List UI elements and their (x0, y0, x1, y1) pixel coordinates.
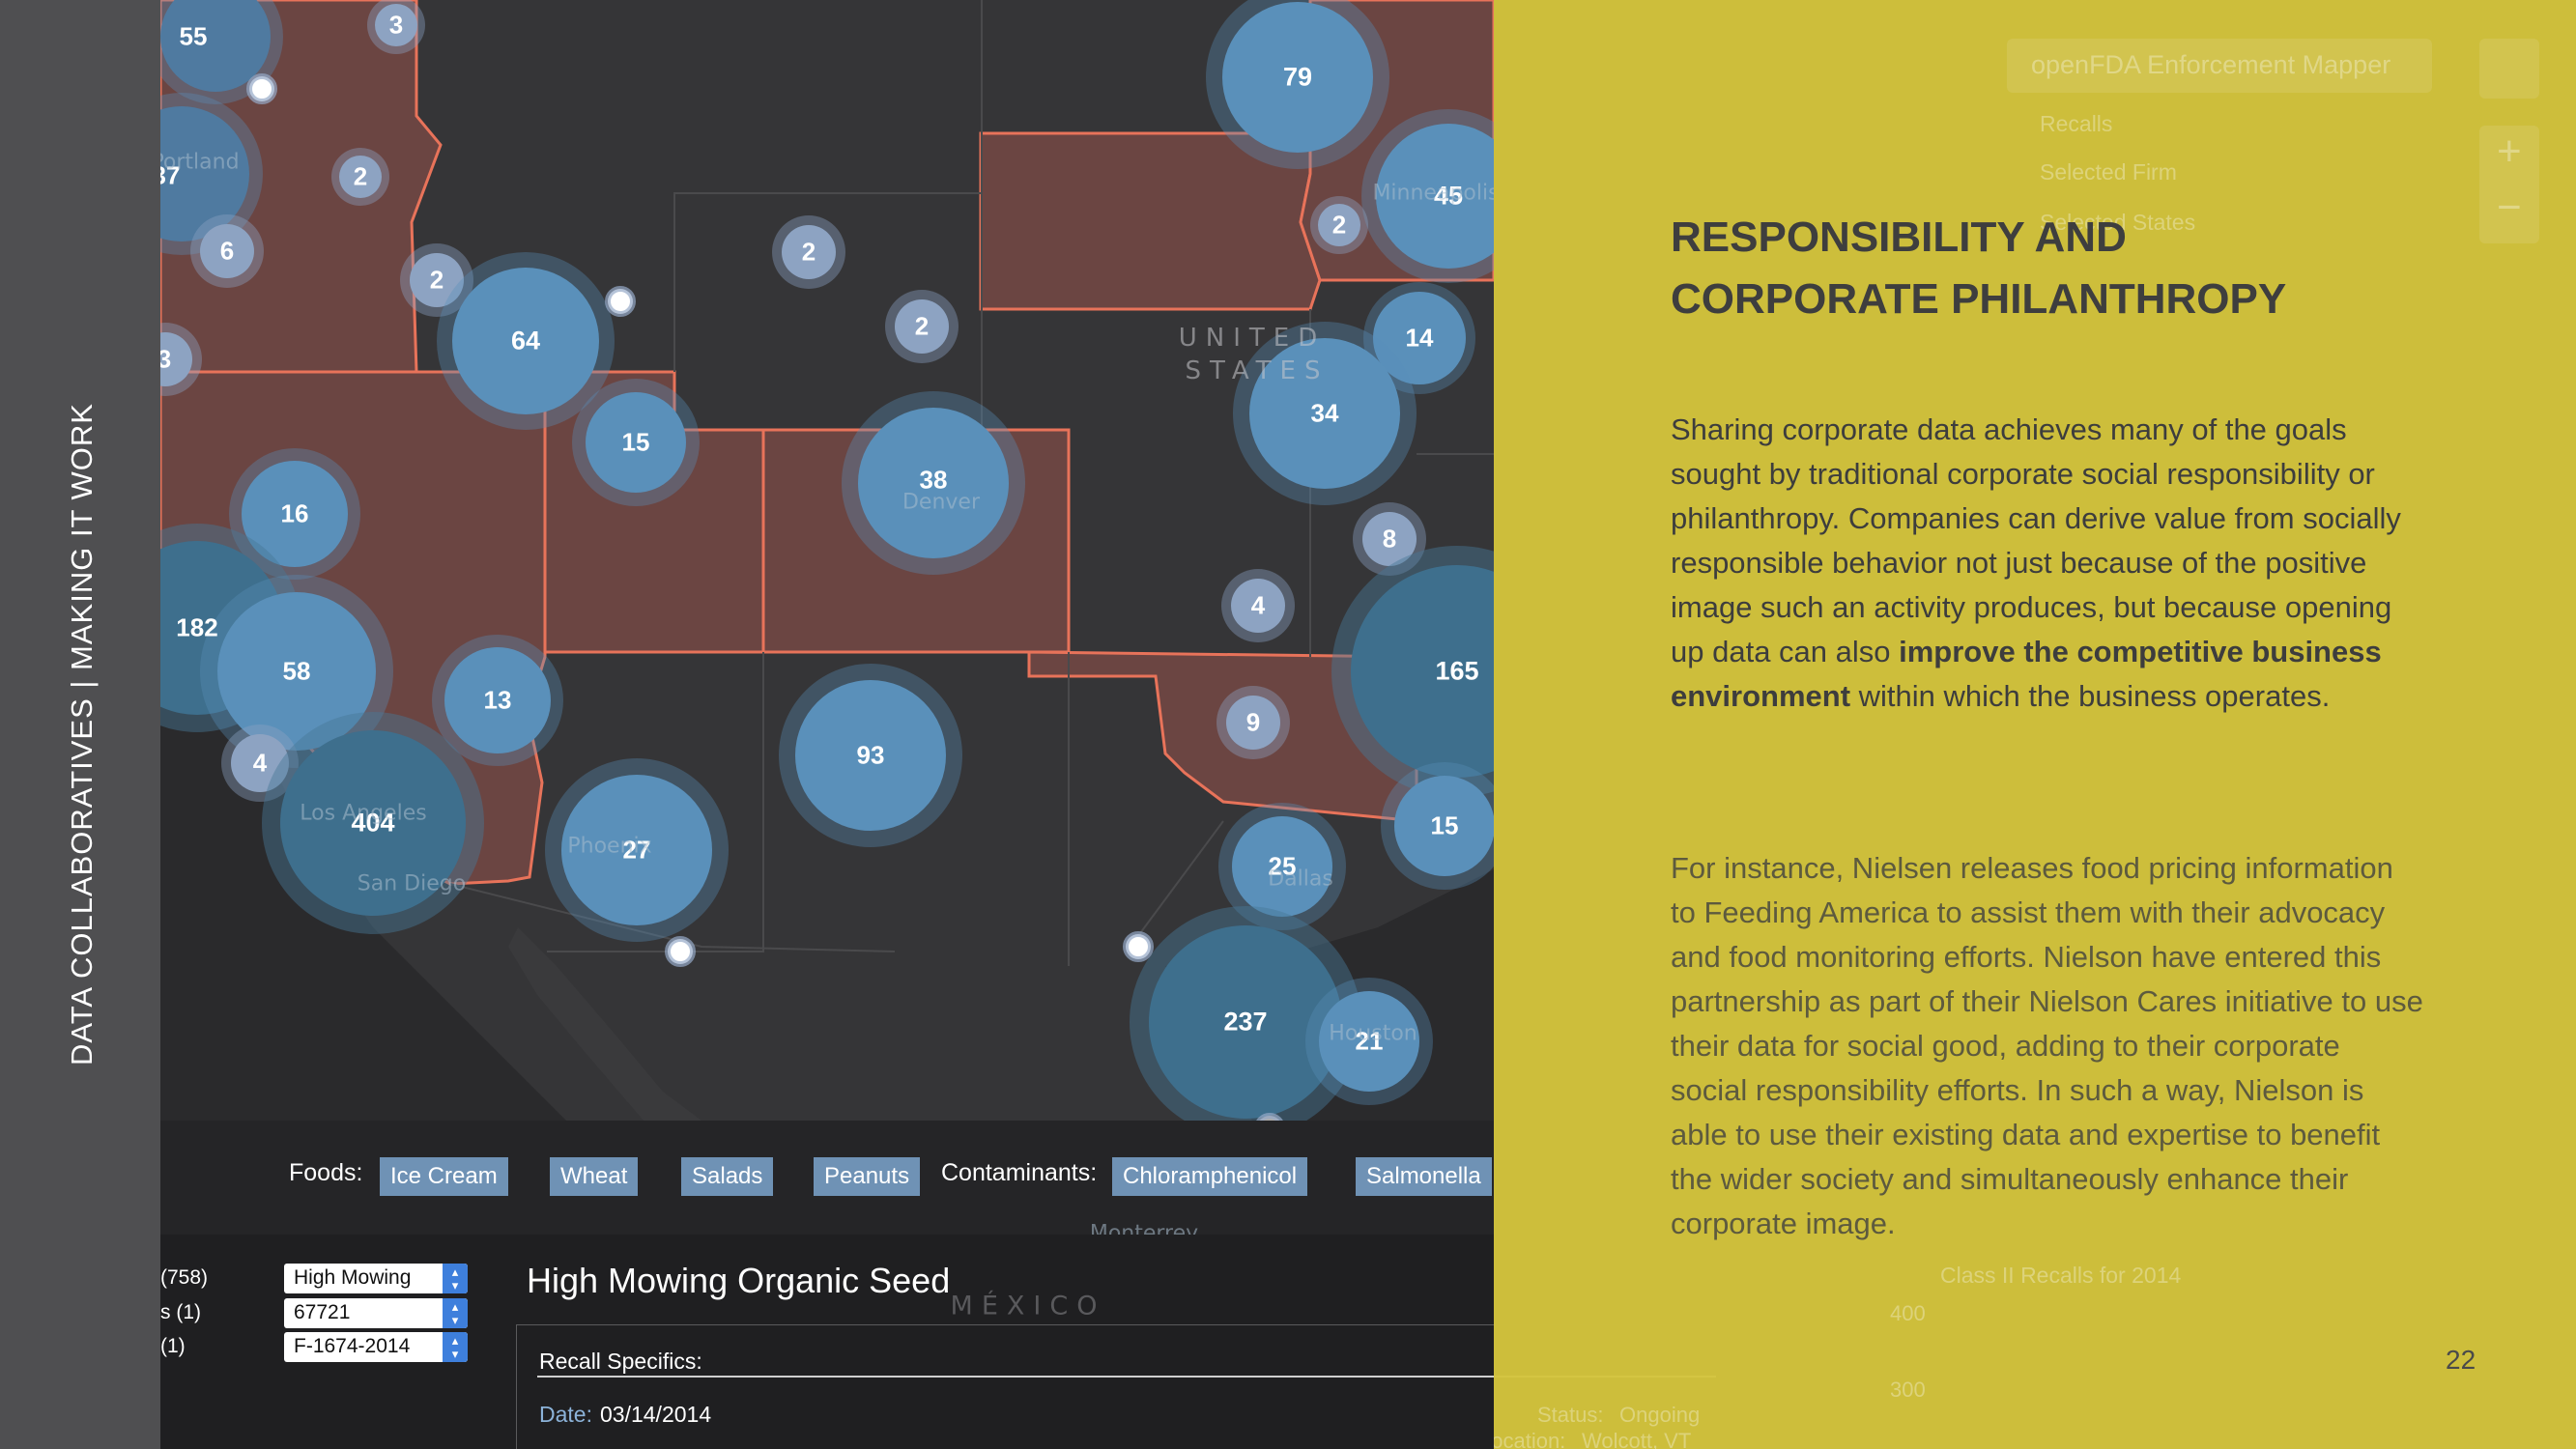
legend-recalls: Recalls (2040, 111, 2113, 136)
recall-specifics-heading: Recall Specifics: (539, 1349, 702, 1374)
zoom-out-button[interactable]: − (2497, 184, 2522, 232)
y-tick: 300 (1890, 1378, 1926, 1402)
food-filter-peanuts[interactable]: Peanuts (814, 1157, 921, 1196)
status-label: Status: (1537, 1403, 1604, 1427)
paragraph-2: For instance, Nielsen releases food pric… (1671, 851, 2423, 1240)
firm-select-value: High Mowing (294, 1266, 412, 1289)
page-number: 22 (2446, 1345, 2476, 1375)
slide-heading-line: CORPORATE PHILANTHROPY (1671, 275, 2287, 323)
slide-heading-line: RESPONSIBILITY AND (1671, 213, 2127, 261)
cluster-label: 4 (1250, 590, 1266, 620)
cluster-label: 6 (219, 236, 235, 266)
food-filter-salads[interactable]: Salads (681, 1157, 774, 1196)
legend-selected-firm: Selected Firm (2040, 159, 2177, 185)
food-filter-ice-cream[interactable]: Ice Cream (380, 1157, 508, 1196)
contaminants-label: Contaminants: (941, 1159, 1098, 1186)
cluster-label: 182 (176, 612, 218, 642)
contaminant-filter-chloramphenicol[interactable]: Chloramphenicol (1112, 1157, 1308, 1196)
cluster-label: 165 (1435, 656, 1479, 686)
location-value: Wolcott, VT (1582, 1429, 1692, 1449)
app-title: openFDA Enforcement Mapper (2031, 50, 2391, 79)
cluster-label: 3 (160, 344, 172, 374)
recall-select[interactable]: F-1674-2014 ▴ ▾ (284, 1332, 468, 1362)
cluster-label: 15 (1430, 810, 1459, 840)
cluster-label: 2 (801, 237, 816, 267)
city-label: Phoenix (567, 834, 652, 859)
select-arrows-icon: ▴ ▾ (443, 1298, 468, 1328)
y-tick: 400 (1890, 1301, 1926, 1325)
foods-label: Foods: (289, 1159, 363, 1186)
cluster-label: 3 (388, 10, 404, 40)
chart-title: Class II Recalls for 2014 (1940, 1263, 2182, 1288)
slide-heading: RESPONSIBILITY AND CORPORATE PHILANTHROP… (1671, 207, 2386, 330)
cluster-label: 16 (280, 498, 309, 528)
contaminant-filter-salmonella[interactable]: Salmonella (1356, 1157, 1492, 1196)
firm-select[interactable]: High Mowing ▴ ▾ (284, 1264, 468, 1293)
cluster-label: 8 (1382, 524, 1397, 554)
paragraph-1-text: Sharing corporate data achieves many of … (1671, 412, 2401, 668)
cluster-label: 2 (1331, 210, 1347, 240)
country-label: STATES (1185, 356, 1330, 385)
cluster-label: 13 (483, 685, 512, 715)
cluster-label: 2 (353, 161, 368, 191)
cluster-label: 9 (1245, 707, 1261, 737)
event-select-value: 67721 (294, 1301, 351, 1323)
cluster-label: 4 (252, 748, 268, 778)
cluster-label: 55 (179, 21, 208, 51)
cluster-label: 15 (621, 427, 650, 457)
city-label: Denver (902, 490, 981, 515)
recall-select-value: F-1674-2014 (294, 1335, 411, 1357)
cluster-label: 58 (282, 656, 311, 686)
slide-section-title: DATA COLLABORATIVES | MAKING IT WORK (65, 403, 99, 1065)
cluster-label: 64 (510, 326, 541, 355)
city-label: Los Angeles (300, 801, 427, 826)
zoom-in-button[interactable]: + (2497, 128, 2522, 176)
cluster-label: 2 (914, 311, 930, 341)
city-label: Houston (1329, 1021, 1417, 1046)
selector-count-label: (758) (160, 1266, 209, 1289)
cluster-label: 34 (1310, 398, 1339, 428)
fullscreen-icon[interactable] (2479, 39, 2539, 99)
location-label: Location: (1494, 1429, 1566, 1449)
date-value: 03/14/2014 (600, 1402, 712, 1427)
select-arrows-icon: ▴ ▾ (443, 1332, 468, 1362)
firm-title: High Mowing Organic Seed (527, 1261, 951, 1300)
paragraph-1: Sharing corporate data achieves many of … (1671, 408, 2424, 719)
cluster-label: 93 (856, 740, 885, 770)
country-label: MÉXICO (950, 1291, 1106, 1321)
status-value: Ongoing (1619, 1403, 1701, 1427)
map-canvas[interactable]: 55 3 79 37 2 45 6 2 2 2 2 64 14 3 34 15 … (160, 0, 1494, 1121)
city-label: Portland (160, 150, 240, 175)
date-label: Date: (539, 1402, 592, 1427)
cluster-label: 79 (1282, 62, 1313, 92)
city-label: Minneapolis (1372, 181, 1494, 206)
country-label: UNITED (1178, 324, 1327, 353)
selector-count-label: s (1) (160, 1301, 201, 1323)
selector-count-label: (1) (160, 1335, 186, 1357)
cluster-label: 237 (1223, 1007, 1268, 1037)
paragraph-1-text-end: within which the business operates. (1850, 679, 2331, 713)
cluster-label: 14 (1405, 323, 1434, 353)
event-select[interactable]: 67721 ▴ ▾ (284, 1298, 468, 1328)
city-label: San Diego (357, 871, 467, 896)
city-label: Dallas (1268, 867, 1333, 892)
food-filter-wheat[interactable]: Wheat (550, 1157, 639, 1196)
cluster-label: 2 (429, 265, 444, 295)
select-arrows-icon: ▴ ▾ (443, 1264, 468, 1293)
